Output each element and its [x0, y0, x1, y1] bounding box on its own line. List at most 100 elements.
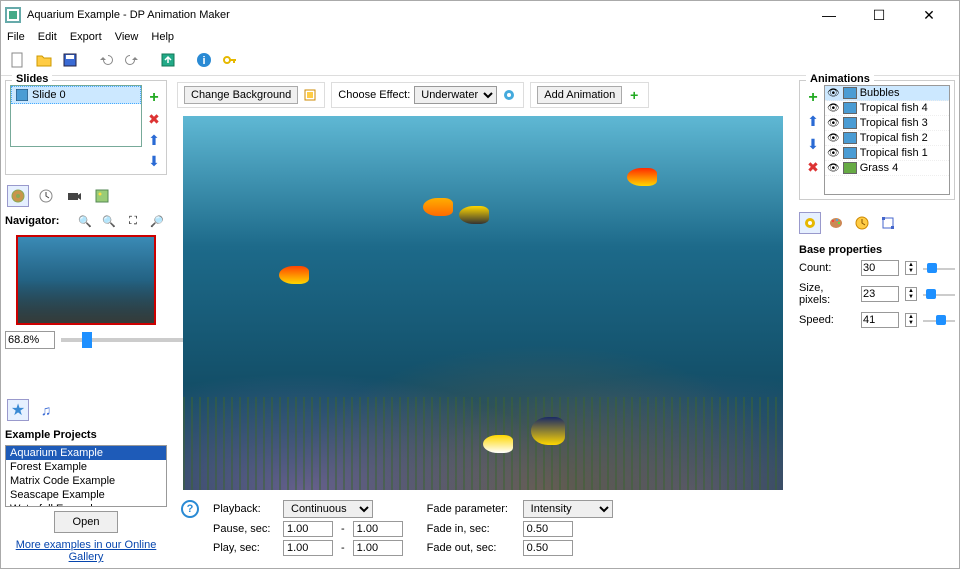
gear-tab-icon[interactable] [799, 212, 821, 234]
music-tab-icon[interactable]: ♫ [35, 399, 57, 421]
pause-max-input[interactable] [353, 521, 403, 537]
pause-min-input[interactable] [283, 521, 333, 537]
slide-thumb-icon [16, 89, 28, 101]
add-animation-icon[interactable]: + [808, 89, 817, 107]
visibility-icon[interactable]: 👁 [827, 163, 840, 174]
animation-item[interactable]: 👁Tropical fish 3 [825, 116, 949, 131]
actual-size-icon[interactable]: 🔎 [147, 211, 167, 231]
playback-label: Playback: [213, 503, 277, 515]
animations-title: Animations [806, 73, 874, 85]
visibility-icon[interactable]: 👁 [827, 133, 840, 144]
play-max-input[interactable] [353, 540, 403, 556]
maximize-button[interactable]: ☐ [863, 3, 895, 27]
slides-title: Slides [12, 73, 52, 85]
online-gallery-link[interactable]: More examples in our Online Gallery [5, 539, 167, 563]
menu-help[interactable]: Help [151, 31, 174, 43]
image-tab-icon[interactable] [91, 185, 113, 207]
menu-view[interactable]: View [115, 31, 139, 43]
preview-canvas[interactable] [183, 116, 783, 490]
example-item[interactable]: Forest Example [6, 460, 166, 474]
effect-settings-icon[interactable] [501, 87, 517, 103]
navigator-header: Navigator: 🔍 🔍 ⛶ 🔎 [5, 211, 167, 231]
zoom-input[interactable] [5, 331, 55, 349]
change-background-button[interactable]: Change Background [184, 86, 298, 104]
navigator-preview[interactable] [16, 235, 156, 325]
count-input[interactable] [861, 260, 899, 276]
example-item[interactable]: Seascape Example [6, 488, 166, 502]
close-button[interactable]: ✕ [913, 3, 945, 27]
speed-spinner[interactable]: ▲▼ [905, 313, 917, 327]
info-icon[interactable]: i [193, 49, 215, 71]
undo-icon[interactable] [95, 49, 117, 71]
animations-panel: Animations + ⬆ ⬇ ✖ 👁Bubbles 👁Tropical fi… [799, 80, 955, 200]
playback-select[interactable]: Continuous [283, 500, 373, 518]
add-animation-button[interactable]: Add Animation [537, 86, 622, 104]
menu-edit[interactable]: Edit [38, 31, 57, 43]
speed-slider[interactable] [923, 313, 955, 327]
open-folder-icon[interactable] [33, 49, 55, 71]
favorites-tab-icon[interactable]: ★ [7, 399, 29, 421]
clock-tab-icon[interactable] [35, 185, 57, 207]
export-icon[interactable] [157, 49, 179, 71]
fade-in-input[interactable] [523, 521, 573, 537]
fit-screen-icon[interactable]: ⛶ [123, 211, 143, 231]
animations-list[interactable]: 👁Bubbles 👁 Tropical fish 4 👁Tropical fish… [824, 85, 950, 195]
add-slide-icon[interactable]: + [149, 89, 158, 107]
slides-list[interactable]: Slide 0 [10, 85, 142, 147]
redo-icon[interactable] [121, 49, 143, 71]
move-slide-up-icon[interactable]: ⬆ [148, 132, 160, 149]
slide-item[interactable]: Slide 0 [11, 86, 141, 104]
size-slider[interactable] [923, 287, 955, 301]
delete-anim-icon[interactable]: ✖ [807, 159, 819, 176]
example-item[interactable]: Aquarium Example [6, 446, 166, 460]
save-icon[interactable] [59, 49, 81, 71]
fade-out-input[interactable] [523, 540, 573, 556]
animation-item[interactable]: 👁Grass 4 [825, 161, 949, 176]
key-icon[interactable] [219, 49, 241, 71]
examples-list[interactable]: Aquarium Example Forest Example Matrix C… [5, 445, 167, 507]
visibility-icon[interactable]: 👁 [827, 148, 840, 159]
move-anim-up-icon[interactable]: ⬆ [807, 113, 819, 130]
anim-label: Tropical fish 4 [860, 102, 928, 114]
plus-icon[interactable]: + [626, 87, 642, 103]
count-spinner[interactable]: ▲▼ [905, 261, 917, 275]
minimize-button[interactable]: — [813, 3, 845, 27]
visibility-icon[interactable]: 👁 [827, 118, 840, 129]
menu-export[interactable]: Export [70, 31, 102, 43]
example-item[interactable]: Waterfall Example [6, 502, 166, 507]
wheel-tab-icon[interactable] [7, 185, 29, 207]
count-slider[interactable] [923, 261, 955, 275]
play-min-input[interactable] [283, 540, 333, 556]
animation-item[interactable]: 👁Tropical fish 2 [825, 131, 949, 146]
camera-tab-icon[interactable] [63, 185, 85, 207]
size-spinner[interactable]: ▲▼ [905, 287, 917, 301]
visibility-icon[interactable]: 👁 [827, 88, 840, 99]
fade-param-label: Fade parameter: [427, 503, 517, 515]
right-panel: Animations + ⬆ ⬇ ✖ 👁Bubbles 👁Tropical fi… [795, 76, 959, 567]
help-icon[interactable]: ? [181, 500, 199, 518]
speed-input[interactable] [861, 312, 899, 328]
fade-param-select[interactable]: Intensity [523, 500, 613, 518]
open-example-button[interactable]: Open [54, 511, 119, 533]
delete-slide-icon[interactable]: ✖ [148, 111, 160, 128]
palette-tab-icon[interactable] [825, 212, 847, 234]
example-item[interactable]: Matrix Code Example [6, 474, 166, 488]
effect-select[interactable]: Underwater [414, 86, 497, 104]
animation-item[interactable]: 👁Tropical fish 1 [825, 146, 949, 161]
menu-file[interactable]: File [7, 31, 25, 43]
new-file-icon[interactable] [7, 49, 29, 71]
crop-icon[interactable] [302, 87, 318, 103]
zoom-in-icon[interactable]: 🔍 [75, 211, 95, 231]
visibility-icon[interactable]: 👁 [827, 103, 840, 114]
move-anim-down-icon[interactable]: ⬇ [807, 136, 819, 153]
navigator-label: Navigator: [5, 215, 71, 227]
titlebar: Aquarium Example - DP Animation Maker — … [1, 1, 959, 29]
animation-item[interactable]: 👁Bubbles [825, 86, 949, 101]
animation-item[interactable]: 👁 Tropical fish 4 [825, 101, 949, 116]
size-input[interactable] [861, 286, 899, 302]
play-label: Play, sec: [213, 542, 277, 554]
timing-tab-icon[interactable] [851, 212, 873, 234]
zoom-out-icon[interactable]: 🔍 [99, 211, 119, 231]
move-slide-down-icon[interactable]: ⬇ [148, 153, 160, 170]
transform-tab-icon[interactable] [877, 212, 899, 234]
